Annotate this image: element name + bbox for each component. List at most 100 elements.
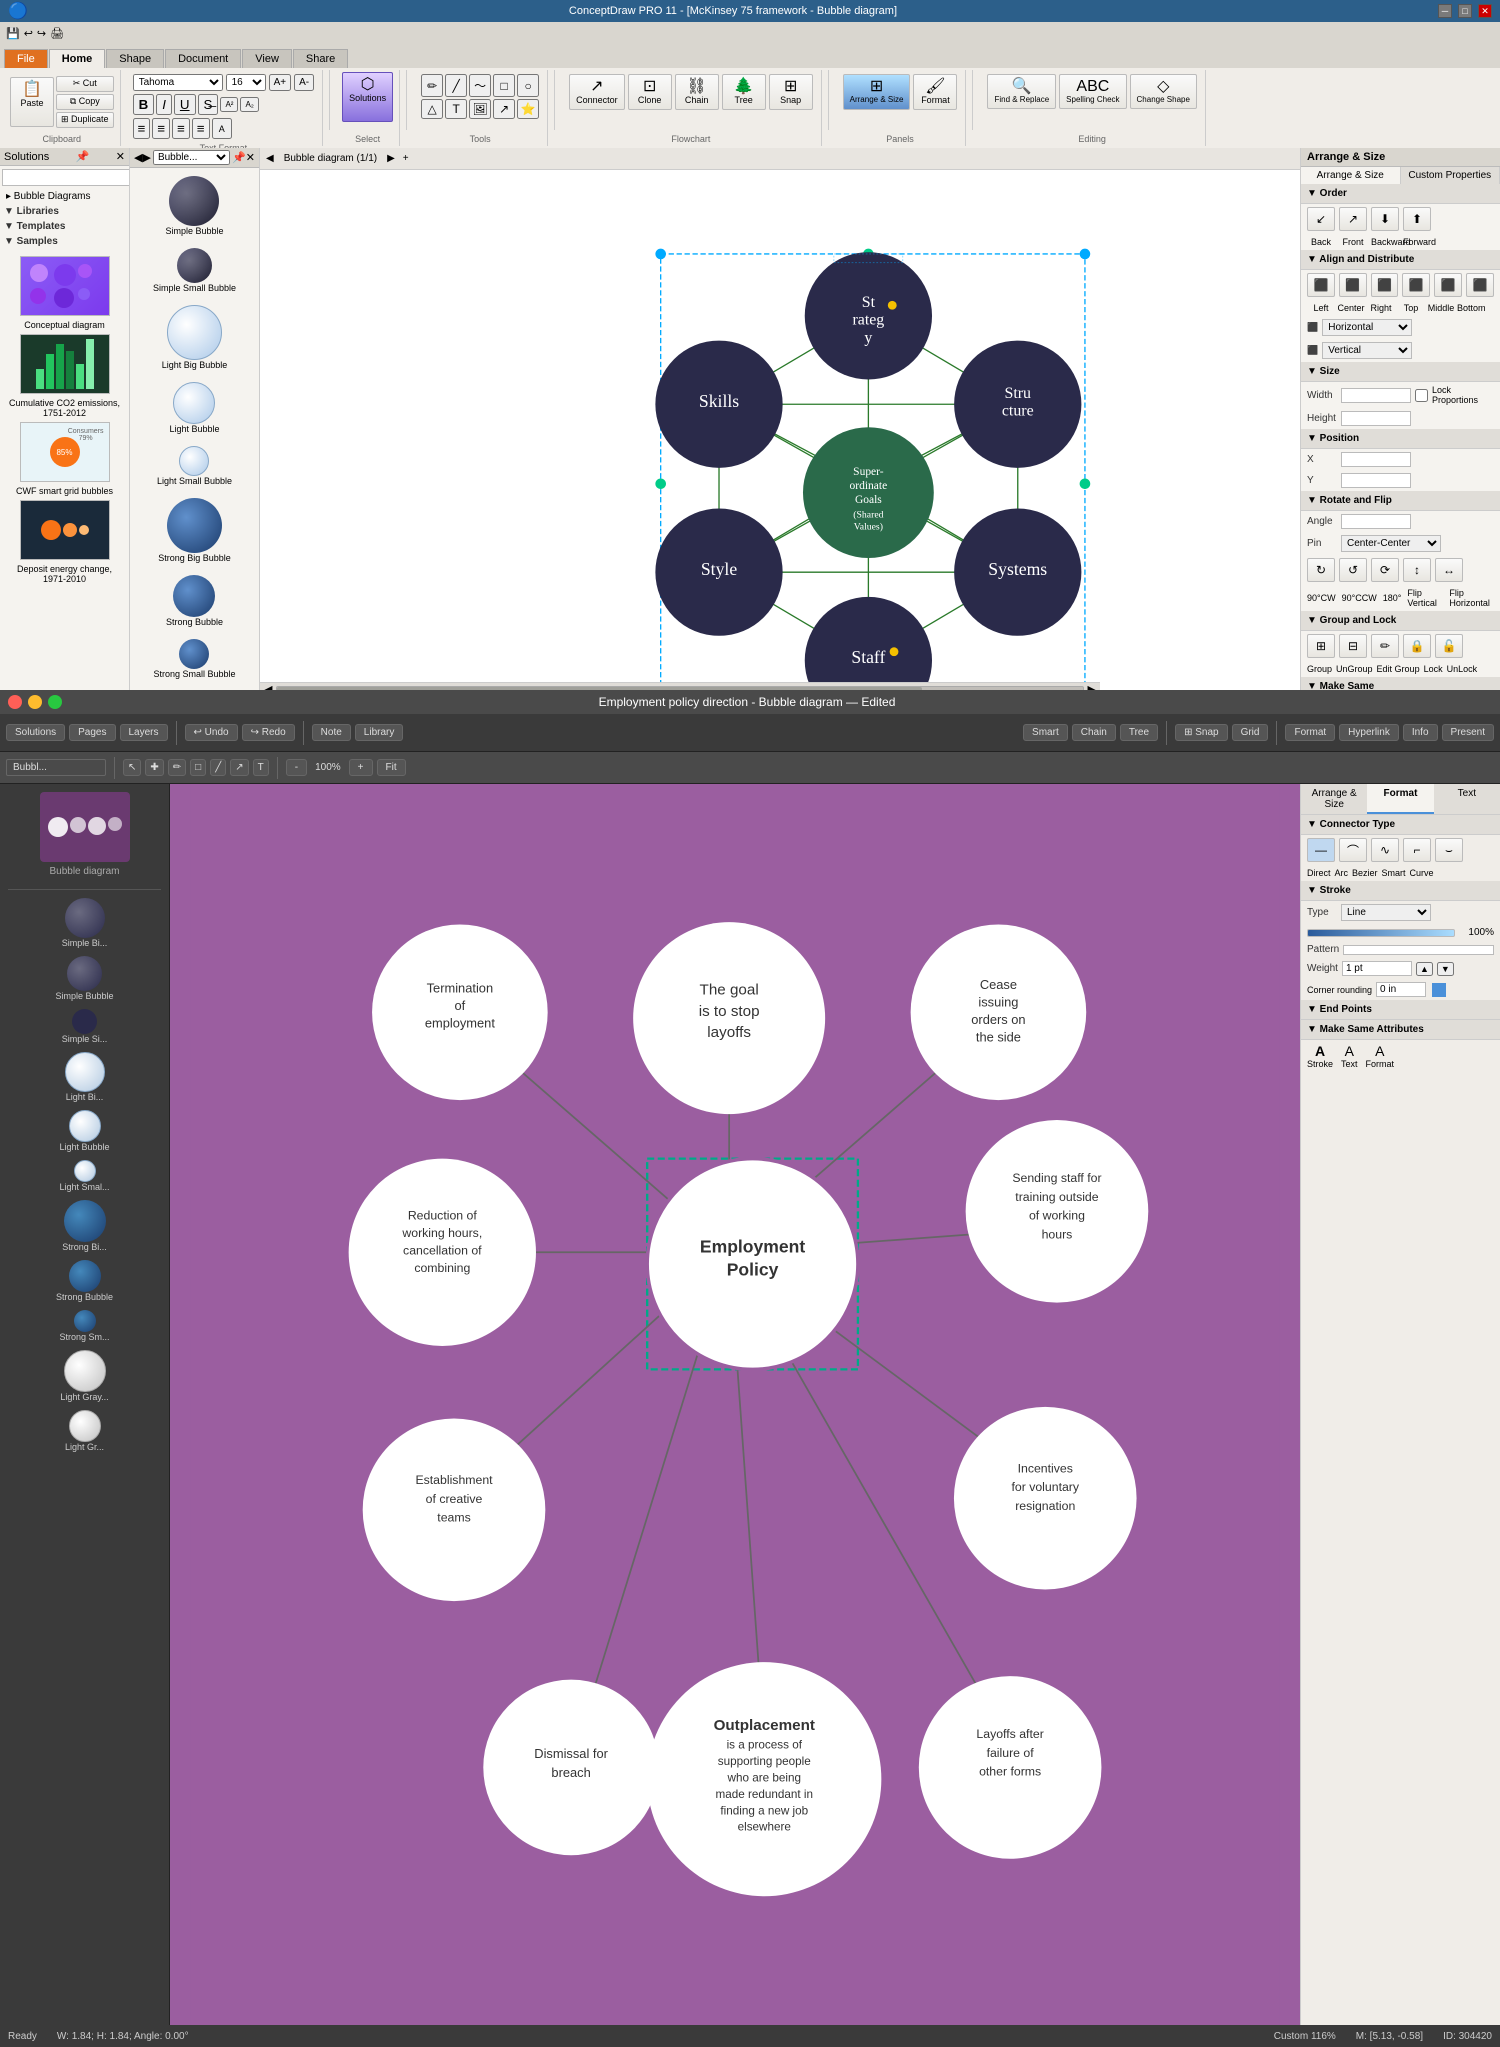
align-horiz-select[interactable]: Horizontal [1322, 319, 1412, 336]
lib-next[interactable]: ▶ [142, 151, 150, 164]
corner-rounding-input[interactable] [1376, 982, 1426, 997]
lib2-simple-bi[interactable]: Simple Bi... [0, 894, 169, 952]
lib-strong-bubble[interactable]: Strong Bubble [164, 571, 225, 631]
pointer-tool[interactable]: ✚ [145, 759, 163, 776]
lib2-simple-si[interactable]: Simple Si... [0, 1005, 169, 1048]
lib-prev[interactable]: ◀ [134, 151, 142, 164]
align-right-btn[interactable]: ≡ [172, 118, 190, 139]
dot-close[interactable] [8, 695, 22, 709]
redo-btn[interactable]: ↪ Redo [242, 724, 295, 741]
tab-file[interactable]: File [4, 49, 48, 68]
maximize-btn[interactable]: □ [1458, 4, 1472, 18]
arrow-tool2[interactable]: ↗ [230, 759, 248, 776]
tab-share[interactable]: Share [293, 49, 348, 68]
ungroup-btn[interactable]: ⊟ [1339, 634, 1367, 658]
superscript-btn[interactable]: A² [220, 97, 238, 112]
star-tool[interactable]: ⭐ [517, 99, 539, 119]
solutions-btn2[interactable]: Solutions [6, 724, 65, 741]
stroke-weight-input[interactable] [1342, 961, 1412, 976]
format-btn2[interactable]: Format [1285, 724, 1335, 741]
sample-deposit[interactable] [20, 500, 110, 560]
make-same-attr-section[interactable]: ▼ Make Same Attributes [1301, 1020, 1500, 1040]
align-justify-btn[interactable]: ≡ [192, 118, 210, 139]
increase-font-btn[interactable]: A+ [269, 74, 292, 91]
image-tool[interactable]: 🖼 [469, 99, 491, 119]
present-btn[interactable]: Present [1442, 724, 1494, 741]
lib-close[interactable]: ✕ [246, 151, 255, 164]
lib-simple-small-bubble[interactable]: Simple Small Bubble [151, 244, 238, 297]
curve-tool[interactable]: 〜 [469, 74, 491, 97]
chain-button[interactable]: ⛓ Chain [675, 74, 719, 110]
lib-simple-bubble[interactable]: Simple Bubble [163, 172, 225, 240]
corner-color-btn[interactable] [1432, 983, 1446, 997]
libraries-section[interactable]: ▼ Libraries [0, 204, 129, 219]
chain-btn2[interactable]: Chain [1072, 724, 1116, 741]
align-right-btn[interactable]: ⬛ [1371, 273, 1399, 297]
qat-redo[interactable]: ↪ [37, 27, 46, 40]
flip-horiz-btn[interactable]: ↔ [1435, 558, 1463, 582]
solutions-search[interactable] [2, 169, 130, 186]
conn-direct-btn[interactable]: — [1307, 838, 1335, 862]
tree-button[interactable]: 🌲 Tree [722, 74, 766, 110]
tab-shape[interactable]: Shape [106, 49, 164, 68]
close-btn[interactable]: ✕ [1478, 4, 1492, 18]
grid-btn[interactable]: Grid [1232, 724, 1269, 741]
note-btn[interactable]: Note [312, 724, 351, 741]
align-left-btn[interactable]: ⬛ [1307, 273, 1335, 297]
text-tool[interactable]: T [445, 99, 467, 119]
snap-btn2[interactable]: ⊞ Snap [1175, 724, 1228, 741]
solutions-pin[interactable]: 📌 [76, 150, 90, 163]
color-btn[interactable]: A [212, 118, 232, 139]
lib2-lightgr2[interactable]: Light Gr... [0, 1406, 169, 1456]
tab-view[interactable]: View [242, 49, 292, 68]
smart-btn[interactable]: Smart [1023, 724, 1068, 741]
lib2-light-bi[interactable]: Light Bi... [0, 1048, 169, 1106]
sample-cwf[interactable]: 85% Consumers79% [20, 422, 110, 482]
arrange-size-tab2[interactable]: Arrange & Size [1301, 784, 1367, 814]
lib2-strong-sm[interactable]: Strong Sm... [0, 1306, 169, 1346]
format-tab2[interactable]: Format [1367, 784, 1433, 814]
lib2-strong-bubble[interactable]: Strong Bubble [0, 1256, 169, 1306]
solutions-button[interactable]: ⬡ Solutions [342, 72, 393, 122]
snap-button[interactable]: ⊞ Snap [769, 74, 813, 110]
minimize-btn[interactable]: ─ [1438, 4, 1452, 18]
qat-print[interactable]: 🖨 [50, 27, 64, 40]
italic-btn[interactable]: I [156, 94, 172, 115]
lib2-lightgray[interactable]: Light Gray... [0, 1346, 169, 1406]
layers-btn[interactable]: Layers [120, 724, 168, 741]
conn-arc-btn[interactable]: ⌒ [1339, 838, 1367, 862]
strikethrough-btn[interactable]: S̶ [198, 94, 219, 115]
same-attr-text[interactable]: A Text [1341, 1043, 1358, 1069]
y-input[interactable]: 2.43 in [1341, 473, 1411, 488]
rect-tool[interactable]: □ [493, 74, 515, 97]
stroke-type-select[interactable]: Line [1341, 904, 1431, 921]
lib-light-bubble[interactable]: Light Bubble [167, 378, 221, 438]
rect-tool2[interactable]: □ [190, 759, 206, 776]
lib-strong-small-bubble[interactable]: Strong Small Bubble [151, 635, 237, 683]
x-input[interactable]: 1.02 in [1341, 452, 1411, 467]
font-family-select[interactable]: Tahoma [133, 74, 223, 91]
paste-button[interactable]: 📋 Paste [10, 77, 54, 127]
qat-undo[interactable]: ↩ [24, 27, 33, 40]
dot-minimize[interactable] [28, 695, 42, 709]
pen-tool[interactable]: ✏ [168, 759, 186, 776]
align-center-btn[interactable]: ≡ [152, 118, 170, 139]
back-btn[interactable]: ↙ [1307, 207, 1335, 231]
stroke-weight-down[interactable]: ▼ [1437, 962, 1454, 976]
cut-button[interactable]: ✂ Cut [56, 76, 114, 92]
position-section[interactable]: ▼ Position [1301, 429, 1500, 449]
unlock-btn[interactable]: 🔓 [1435, 634, 1463, 658]
lib-pin[interactable]: 📌 [232, 151, 246, 164]
group-section[interactable]: ▼ Group and Lock [1301, 611, 1500, 631]
tab-document[interactable]: Document [165, 49, 241, 68]
front-btn[interactable]: ↗ [1339, 207, 1367, 231]
change-shape-button[interactable]: ◇ Change Shape [1130, 74, 1197, 109]
stroke-section[interactable]: ▼ Stroke [1301, 881, 1500, 901]
connector-button[interactable]: ↗ Connector [569, 74, 625, 110]
custom-props-tab[interactable]: Custom Properties [1401, 167, 1500, 184]
align-center-btn[interactable]: ⬛ [1339, 273, 1367, 297]
font-size-select[interactable]: 16 [226, 74, 266, 91]
align-middle-btn[interactable]: ⬛ [1434, 273, 1462, 297]
zoom-fit-btn[interactable]: Fit [377, 759, 406, 776]
pages-btn[interactable]: Pages [69, 724, 115, 741]
